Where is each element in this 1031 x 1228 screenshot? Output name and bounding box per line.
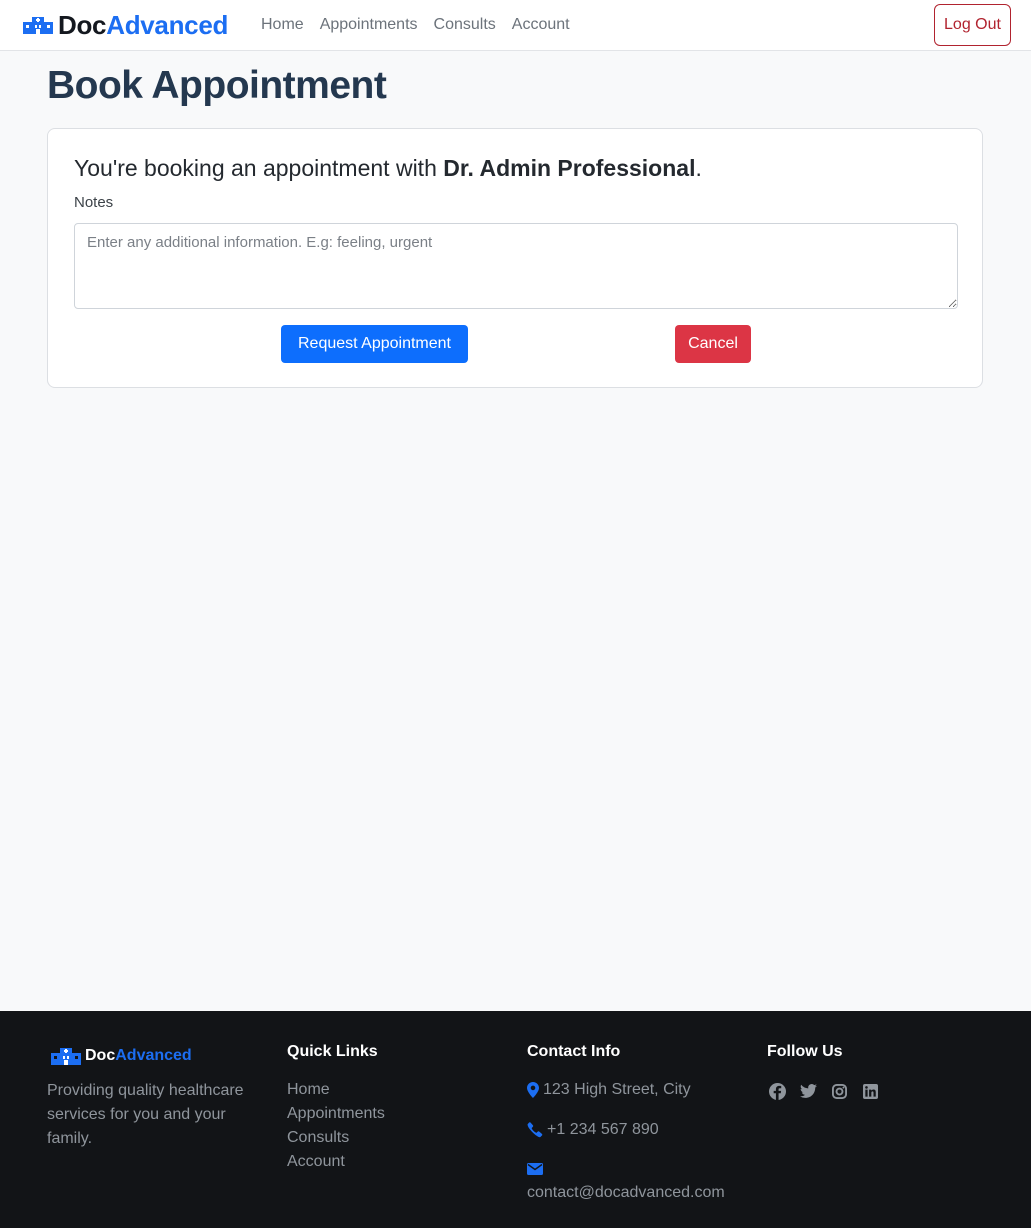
contact-phone: +1 234 567 890 xyxy=(527,1121,659,1139)
footer-link-consults[interactable]: Consults xyxy=(287,1126,385,1150)
brand-logo[interactable]: DocAdvanced xyxy=(23,9,228,41)
facebook-icon[interactable] xyxy=(767,1081,787,1101)
booking-card: You're booking an appointment with Dr. A… xyxy=(47,128,983,388)
notes-label: Notes xyxy=(74,194,114,211)
map-pin-icon xyxy=(527,1082,539,1098)
contact-email-text[interactable]: contact@docadvanced.com xyxy=(527,1184,725,1202)
contact-address-text: 123 High Street, City xyxy=(543,1081,691,1098)
quick-links-heading: Quick Links xyxy=(287,1043,378,1060)
nav-link-consults[interactable]: Consults xyxy=(434,16,496,34)
footer-brand-name: DocAdvanced xyxy=(85,1047,192,1065)
footer: DocAdvanced Providing quality healthcare… xyxy=(0,1011,1031,1228)
quick-links-list: Home Appointments Consults Account xyxy=(287,1078,385,1174)
envelope-icon xyxy=(527,1163,543,1175)
instagram-icon[interactable] xyxy=(829,1081,849,1101)
footer-brand-part-doc: Doc xyxy=(85,1047,116,1064)
brand-part-advanced: Advanced xyxy=(106,9,229,40)
nav-link-account[interactable]: Account xyxy=(512,16,570,34)
booking-summary: You're booking an appointment with Dr. A… xyxy=(74,155,702,182)
footer-about-text: Providing quality healthcare services fo… xyxy=(47,1082,244,1147)
twitter-icon[interactable] xyxy=(798,1081,818,1101)
contact-address: 123 High Street, City xyxy=(527,1081,691,1099)
linkedin-icon[interactable] xyxy=(860,1081,880,1101)
brand-part-doc: Doc xyxy=(58,9,107,40)
brand-name: DocAdvanced xyxy=(58,10,228,41)
contact-phone-text: +1 234 567 890 xyxy=(547,1121,659,1138)
hospital-icon xyxy=(23,17,53,34)
footer-link-appointments[interactable]: Appointments xyxy=(287,1102,385,1126)
contact-email: contact@docadvanced.com xyxy=(527,1163,725,1202)
booking-prefix: You're booking an appointment with xyxy=(74,155,444,181)
booking-suffix: . xyxy=(695,155,702,181)
nav-link-home[interactable]: Home xyxy=(261,16,304,34)
nav-link-appointments[interactable]: Appointments xyxy=(320,16,418,34)
doctor-name: Dr. Admin Professional xyxy=(443,155,696,181)
footer-brand-part-advanced: Advanced xyxy=(115,1047,192,1064)
notes-textarea[interactable] xyxy=(74,223,958,309)
footer-link-account[interactable]: Account xyxy=(287,1150,385,1174)
footer-link-home[interactable]: Home xyxy=(287,1078,385,1102)
social-links xyxy=(767,1081,891,1101)
phone-icon xyxy=(527,1122,543,1138)
follow-us-heading: Follow Us xyxy=(767,1043,843,1060)
cancel-button[interactable]: Cancel xyxy=(675,325,751,363)
footer-brand[interactable]: DocAdvanced xyxy=(51,1047,192,1065)
request-appointment-button[interactable]: Request Appointment xyxy=(281,325,468,363)
page-title: Book Appointment xyxy=(47,64,387,107)
logout-button[interactable]: Log Out xyxy=(934,4,1011,46)
contact-info-heading: Contact Info xyxy=(527,1043,621,1060)
nav-links: Home Appointments Consults Account xyxy=(261,16,586,34)
navbar: DocAdvanced Home Appointments Consults A… xyxy=(0,0,1031,51)
hospital-icon xyxy=(51,1048,81,1065)
